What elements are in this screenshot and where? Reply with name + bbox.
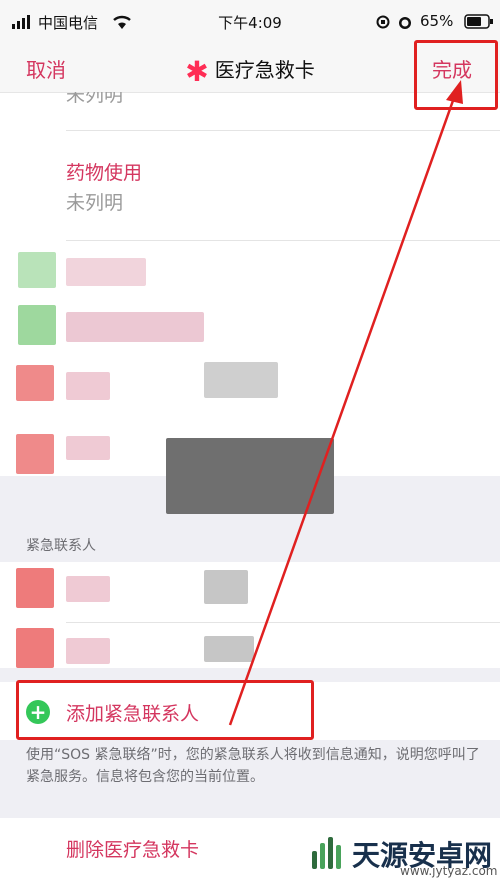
annotation-arrow: [228, 80, 463, 726]
watermark-logo-icon: [312, 837, 341, 869]
watermark: 天源安卓网 www.jytyaz.com: [306, 832, 498, 878]
watermark-url: www.jytyaz.com: [400, 864, 498, 878]
